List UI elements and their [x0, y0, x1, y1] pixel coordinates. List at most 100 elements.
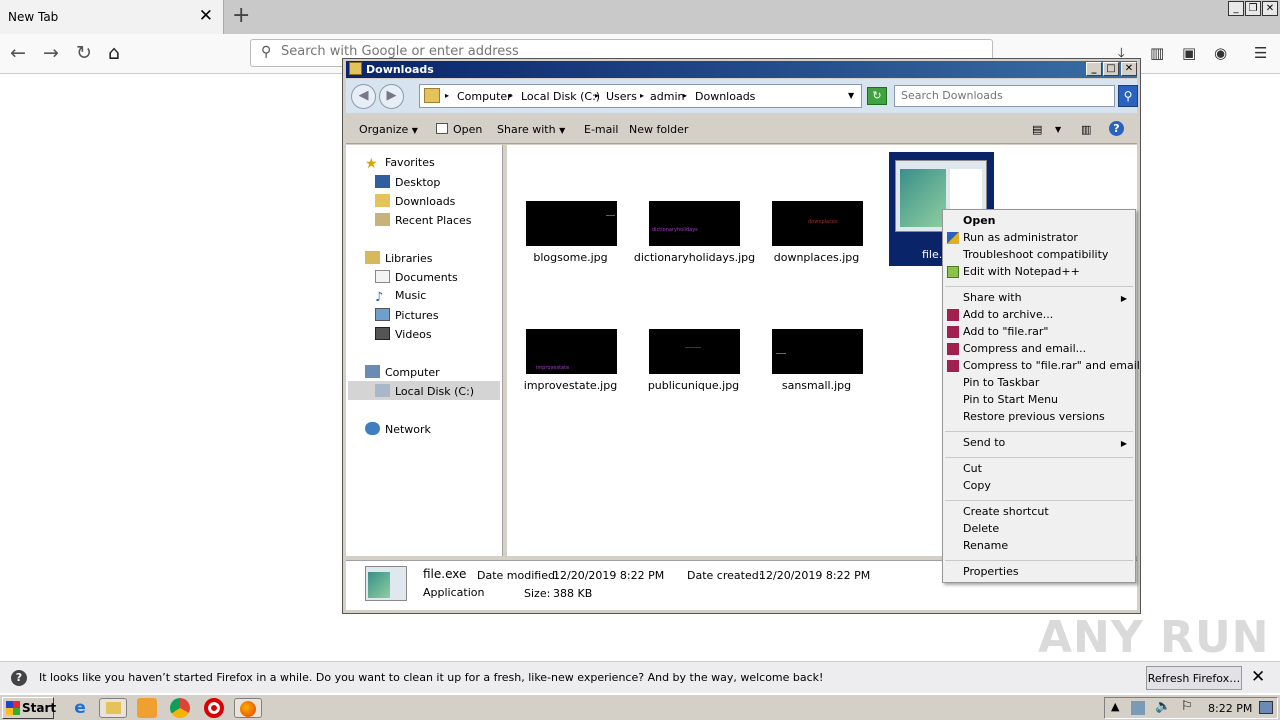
search-icon[interactable]: ⚲ [1118, 85, 1138, 107]
clock[interactable]: 8:22 PM [1208, 702, 1252, 715]
menu-compress-rar-email[interactable]: Compress to "file.rar" and email [963, 359, 1140, 372]
close-window-icon[interactable]: ✕ [1262, 1, 1278, 16]
refresh-firefox-button[interactable]: Refresh Firefox… [1146, 666, 1242, 690]
nav-music[interactable]: ♪ Music [375, 289, 426, 305]
menu-properties[interactable]: Properties [963, 565, 1019, 578]
share-with-button[interactable]: Share with ▼ [497, 123, 565, 136]
nav-recent-places[interactable]: Recent Places [375, 213, 472, 227]
show-hidden-icons-icon[interactable]: ▲ [1111, 700, 1119, 713]
application-icon [365, 566, 407, 601]
explorer-titlebar[interactable]: Downloads _ □ ✕ [346, 61, 1137, 78]
volume-icon[interactable]: 🔈 [1155, 699, 1171, 714]
menu-cut[interactable]: Cut [963, 462, 982, 475]
nav-desktop[interactable]: Desktop [375, 175, 440, 189]
menu-icon[interactable]: ☰ [1254, 44, 1267, 62]
menu-share-with[interactable]: Share with [963, 291, 1022, 304]
preview-pane-icon[interactable]: ▥ [1081, 123, 1091, 136]
breadcrumb-admin[interactable]: admin [650, 90, 684, 103]
new-folder-button[interactable]: New folder [629, 123, 688, 136]
nav-network[interactable]: Network [365, 422, 431, 436]
search-box[interactable] [894, 85, 1115, 107]
nav-libraries[interactable]: Libraries [365, 251, 433, 265]
close-icon[interactable]: ✕ [1121, 62, 1137, 76]
menu-restore[interactable]: Restore previous versions [963, 410, 1105, 423]
menu-run-as-admin[interactable]: Run as administrator [963, 231, 1078, 244]
menu-add-rar[interactable]: Add to "file.rar" [963, 325, 1049, 338]
forward-button[interactable]: ▶ [379, 84, 404, 109]
menu-compress-email[interactable]: Compress and email... [963, 342, 1086, 355]
new-tab-icon[interactable]: + [232, 3, 250, 28]
menu-rename[interactable]: Rename [963, 539, 1008, 552]
chevron-icon[interactable]: ▸ [445, 91, 449, 100]
menu-create-shortcut[interactable]: Create shortcut [963, 505, 1049, 518]
menu-open[interactable]: Open [963, 214, 996, 227]
date-modified-label: Date modified: [477, 569, 559, 582]
back-button[interactable]: ◀ [351, 84, 376, 109]
breadcrumb-local-disk[interactable]: Local Disk (C:) [521, 90, 600, 103]
chrome-icon[interactable] [170, 698, 190, 718]
nav-computer[interactable]: Computer [365, 365, 440, 379]
internet-explorer-icon[interactable]: e [70, 698, 90, 718]
home-icon[interactable]: ⌂ [108, 42, 120, 64]
restore-icon[interactable]: ❐ [1245, 1, 1261, 16]
menu-send-to[interactable]: Send to [963, 436, 1005, 449]
opera-icon[interactable] [204, 698, 224, 718]
search-input[interactable] [901, 89, 1101, 102]
refresh-icon[interactable]: ↻ [867, 87, 887, 105]
nav-videos[interactable]: Videos [375, 327, 432, 341]
nav-downloads[interactable]: Downloads [375, 194, 455, 208]
nav-favorites[interactable]: ★ Favorites [365, 156, 435, 172]
media-player-icon[interactable] [137, 698, 157, 718]
nav-label: Desktop [395, 176, 441, 189]
winrar-icon [947, 309, 959, 321]
back-icon[interactable]: ← [10, 42, 26, 64]
view-icon[interactable]: ▤ [1032, 123, 1042, 136]
chevron-icon[interactable]: ▸ [640, 91, 644, 100]
nav-local-disk[interactable]: Local Disk (C:) [348, 381, 500, 400]
nav-documents[interactable]: Documents [375, 270, 458, 284]
menu-delete[interactable]: Delete [963, 522, 999, 535]
forward-icon[interactable]: → [43, 42, 59, 64]
menu-pin-taskbar[interactable]: Pin to Taskbar [963, 376, 1039, 389]
menu-troubleshoot[interactable]: Troubleshoot compatibility [963, 248, 1108, 261]
chevron-down-icon[interactable]: ▼ [848, 91, 854, 100]
close-tab-icon[interactable]: ✕ [199, 6, 213, 26]
breadcrumb-users[interactable]: Users [606, 90, 637, 103]
breadcrumb-computer[interactable]: Computer [457, 90, 512, 103]
action-center-flag-icon[interactable]: ⚐ [1181, 699, 1193, 714]
chevron-down-icon[interactable]: ▼ [1055, 125, 1061, 134]
open-button[interactable]: Open [436, 123, 482, 136]
menu-add-archive[interactable]: Add to archive... [963, 308, 1053, 321]
organize-button[interactable]: Organize ▼ [359, 123, 418, 136]
minimize-icon[interactable]: _ [1086, 62, 1102, 76]
help-icon[interactable]: ? [1109, 121, 1124, 136]
firefox-taskbar-button[interactable] [234, 698, 262, 718]
url-input[interactable] [281, 44, 971, 59]
chevron-icon[interactable]: ▸ [683, 91, 687, 100]
breadcrumb-downloads[interactable]: Downloads [695, 90, 755, 103]
start-button[interactable]: Start [2, 697, 56, 719]
tab-new-tab[interactable]: New Tab ✕ [0, 0, 224, 34]
close-notification-icon[interactable]: ✕ [1251, 667, 1265, 687]
breadcrumb[interactable]: ▸ Computer ▸ Local Disk (C:) ▸ Users ▸ a… [419, 84, 862, 108]
email-button[interactable]: E-mail [584, 123, 619, 136]
menu-copy[interactable]: Copy [963, 479, 991, 492]
minimize-icon[interactable]: _ [1228, 1, 1244, 16]
reload-icon[interactable]: ↻ [76, 42, 92, 64]
menu-pin-start[interactable]: Pin to Start Menu [963, 393, 1058, 406]
chevron-icon[interactable]: ▸ [595, 91, 599, 100]
show-desktop-icon[interactable] [1259, 701, 1273, 714]
chevron-icon[interactable]: ▸ [509, 91, 513, 100]
library-icon[interactable]: ▥ [1150, 44, 1164, 62]
nav-pictures[interactable]: Pictures [375, 308, 439, 322]
maximize-icon[interactable]: □ [1103, 62, 1119, 76]
nav-label: Favorites [385, 156, 435, 169]
explorer-taskbar-button[interactable] [99, 698, 127, 718]
network-tray-icon[interactable] [1131, 701, 1145, 715]
account-icon[interactable]: ◉ [1214, 44, 1227, 62]
menu-edit-notepad[interactable]: Edit with Notepad++ [963, 265, 1080, 278]
menu-separator [945, 286, 1133, 287]
browser-tab-bar: New Tab ✕ + _ ❐ ✕ [0, 0, 1280, 34]
sidebar-icon[interactable]: ▣ [1182, 44, 1196, 62]
thumbnail-text: improvestate [536, 365, 570, 371]
